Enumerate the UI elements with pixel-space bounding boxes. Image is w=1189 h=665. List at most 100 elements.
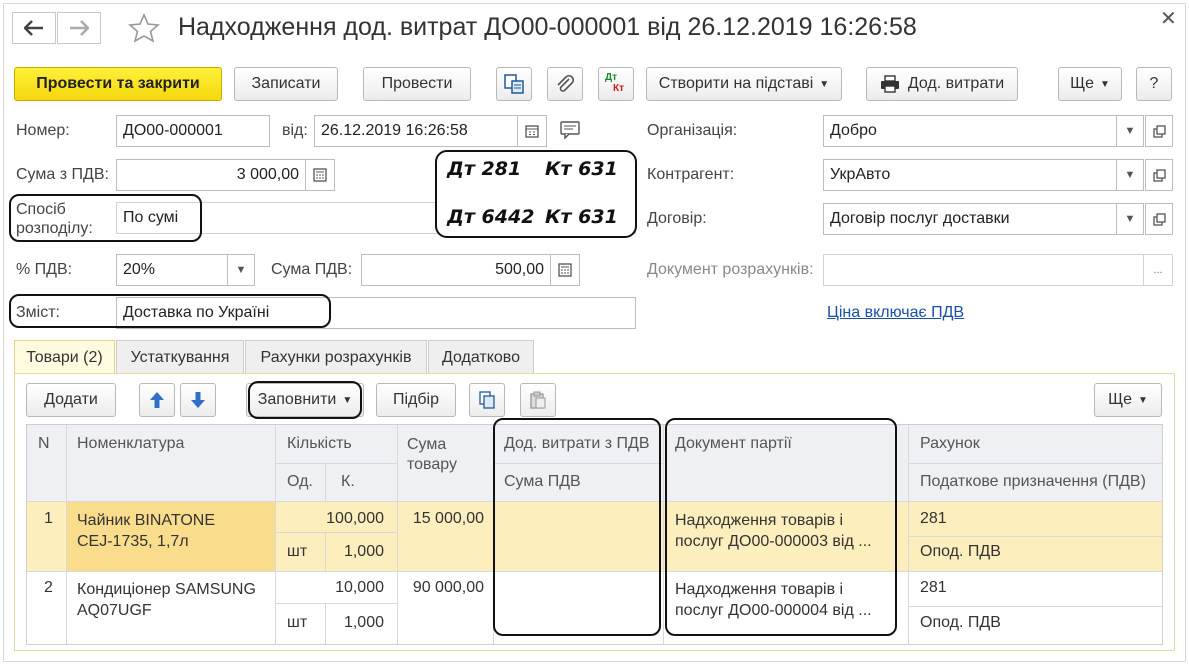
k-cell[interactable]: 1,000 <box>327 614 384 632</box>
chevron-down-icon: ▼ <box>1124 125 1136 137</box>
additional-costs-label: Дод. витрати <box>907 75 1005 92</box>
additional-costs-print-button[interactable]: Дод. витрати <box>866 67 1018 101</box>
col-item-header[interactable]: Номенклатура <box>77 435 184 453</box>
create-based-on-button[interactable]: Створити на підставі ▼ <box>646 67 842 101</box>
paste-rows-button[interactable] <box>520 383 556 417</box>
help-button[interactable]: ? <box>1136 67 1172 101</box>
price-includes-vat-link[interactable]: Ціна включає ПДВ <box>827 304 964 322</box>
grid-line <box>325 463 326 501</box>
item-cell[interactable]: Кондиціонер SAMSUNG AQ07UGF <box>77 579 256 621</box>
contract-dropdown[interactable]: ▼ <box>1116 203 1144 235</box>
organization-label: Організація: <box>647 122 738 139</box>
favorite-star-icon[interactable] <box>128 12 160 49</box>
sum-cell[interactable]: 15 000,00 <box>398 510 484 528</box>
paste-icon <box>530 391 546 409</box>
save-button[interactable]: Записати <box>234 67 338 101</box>
vat-percent-dropdown[interactable]: ▼ <box>227 254 255 286</box>
contract-field[interactable]: Договір послуг доставки <box>823 203 1117 235</box>
more-button[interactable]: Ще ▼ <box>1058 67 1122 101</box>
more-label: Ще <box>1070 75 1094 92</box>
pick-button[interactable]: Підбір <box>376 383 456 417</box>
k-cell[interactable]: 1,000 <box>327 543 384 561</box>
tab-additional[interactable]: Додатково <box>428 340 534 374</box>
counterparty-field[interactable]: УкрАвто <box>823 159 1117 191</box>
grid-line <box>66 425 67 644</box>
col-tax-purpose-header[interactable]: Податкове призначення (ПДВ) <box>920 473 1146 491</box>
settlement-document-select-button[interactable]: ... <box>1143 254 1173 286</box>
counterparty-dropdown[interactable]: ▼ <box>1116 159 1144 191</box>
tab-goods[interactable]: Товари (2) <box>14 340 115 374</box>
organization-open-button[interactable] <box>1145 115 1173 147</box>
arrow-left-icon <box>24 20 43 36</box>
grid-line <box>397 425 398 644</box>
tab-settlement-accounts[interactable]: Рахунки розрахунків <box>245 340 427 374</box>
forward-button[interactable] <box>57 12 101 44</box>
dt-kt-icon: Дт Кт <box>603 72 629 96</box>
unit-cell[interactable]: шт <box>287 543 307 561</box>
grid-line <box>908 463 1162 464</box>
col-k-header[interactable]: К. <box>341 473 355 491</box>
date-field[interactable]: 26.12.2019 16:26:58 <box>314 115 518 147</box>
add-row-button[interactable]: Додати <box>26 383 116 417</box>
col-qty-header[interactable]: Кількість <box>287 435 352 453</box>
arrow-up-icon <box>150 392 164 408</box>
account-cell[interactable]: 281 <box>920 510 947 528</box>
sum-with-vat-field[interactable]: 3 000,00 <box>116 159 306 191</box>
post-and-close-button[interactable]: Провести та закрити <box>14 67 222 101</box>
unit-cell[interactable]: шт <box>287 614 307 632</box>
accounting-entries-annotation: Дт 281 Кт 631 Дт 6442 Кт 631 <box>435 150 637 238</box>
counterparty-open-button[interactable] <box>1145 159 1173 191</box>
structure-button[interactable] <box>496 67 532 101</box>
annotation-fill <box>248 381 362 419</box>
entry2-credit: Кт 631 <box>545 206 618 228</box>
tab-equipment[interactable]: Устаткування <box>116 340 244 374</box>
organization-dropdown[interactable]: ▼ <box>1116 115 1144 147</box>
vat-calculator-button[interactable] <box>550 254 580 286</box>
dt-kt-button[interactable]: Дт Кт <box>598 67 634 101</box>
move-down-button[interactable] <box>180 383 216 417</box>
organization-field[interactable]: Добро <box>823 115 1117 147</box>
close-icon[interactable]: ✕ <box>1160 6 1177 31</box>
copy-rows-button[interactable] <box>469 383 505 417</box>
grid-line <box>275 425 276 644</box>
col-unit-header[interactable]: Од. <box>287 473 313 491</box>
vat-sum-field[interactable]: 500,00 <box>361 254 551 286</box>
row-number: 1 <box>44 510 53 527</box>
sum-cell[interactable]: 90 000,00 <box>398 579 484 597</box>
back-button[interactable] <box>12 12 56 44</box>
item-name-line2: CEJ-1735, 1,7л <box>77 533 189 550</box>
settlement-document-field[interactable] <box>823 254 1144 286</box>
tax-purpose-cell[interactable]: Опод. ПДВ <box>920 543 1001 561</box>
calculator-button[interactable] <box>305 159 335 191</box>
col-sum-header[interactable]: Сума товару <box>407 435 457 475</box>
col-sum-header-line1: Сума <box>407 436 447 453</box>
vat-percent-field[interactable]: 20% <box>116 254 228 286</box>
entry1-debit: Дт 281 <box>447 158 522 180</box>
attach-button[interactable] <box>547 67 583 101</box>
grid-line <box>663 425 664 644</box>
annotation-content <box>9 294 331 328</box>
grid-line <box>908 536 1162 537</box>
grid-line <box>275 603 397 604</box>
chevron-down-icon: ▼ <box>1124 169 1136 181</box>
row-number: 2 <box>44 579 53 596</box>
entry2-debit: Дт 6442 <box>447 206 535 228</box>
annotation-distribution <box>9 194 202 242</box>
calendar-button[interactable] <box>517 115 547 147</box>
post-button[interactable]: Провести <box>363 67 471 101</box>
grid-line <box>908 425 909 644</box>
move-up-button[interactable] <box>139 383 175 417</box>
qty-cell[interactable]: 10,000 <box>287 579 384 597</box>
calendar-icon <box>525 125 539 138</box>
grid-more-button[interactable]: Ще ▼ <box>1094 383 1162 417</box>
tax-purpose-cell[interactable]: Опод. ПДВ <box>920 614 1001 632</box>
item-name-line1: Кондиціонер SAMSUNG <box>77 581 256 598</box>
qty-cell[interactable]: 100,000 <box>287 510 384 528</box>
contract-open-button[interactable] <box>1145 203 1173 235</box>
comment-icon[interactable] <box>559 120 581 145</box>
col-account-header[interactable]: Рахунок <box>920 435 980 453</box>
number-field[interactable]: ДО00-000001 <box>116 115 270 147</box>
col-n-header[interactable]: N <box>38 435 50 453</box>
account-cell[interactable]: 281 <box>920 579 947 597</box>
item-cell[interactable]: Чайник BINATONE CEJ-1735, 1,7л <box>77 510 215 552</box>
